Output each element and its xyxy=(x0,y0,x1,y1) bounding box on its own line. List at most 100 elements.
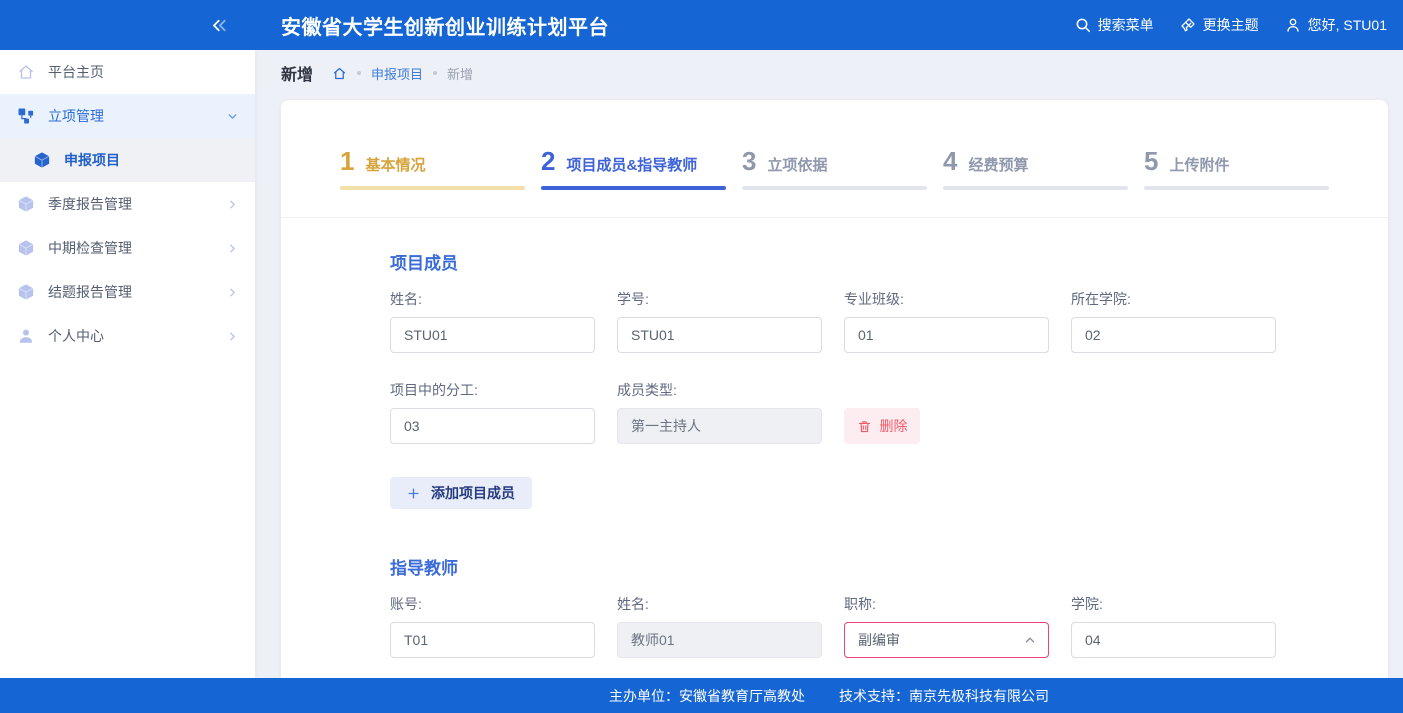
step-label: 上传附件 xyxy=(1169,154,1229,175)
plus-icon xyxy=(407,487,420,500)
teacher-college-input[interactable] xyxy=(1071,622,1276,658)
chevron-down-icon xyxy=(226,110,239,123)
field-teacher-name: 姓名: xyxy=(617,594,822,658)
sidebar-item-platform-home[interactable]: 平台主页 xyxy=(0,50,255,94)
add-member-label: 添加项目成员 xyxy=(431,483,515,503)
delete-member-cell: 删除 xyxy=(844,380,1049,444)
search-icon xyxy=(1075,17,1091,33)
change-theme-button[interactable]: 更换主题 xyxy=(1180,15,1259,35)
field-label: 姓名: xyxy=(390,289,595,309)
sidebar-item-label: 立项管理 xyxy=(48,106,104,126)
step-number: 3 xyxy=(742,148,756,174)
step-1-basic-info[interactable]: 1 基本情况 xyxy=(340,100,525,217)
footer-support: 技术支持：南京先极科技有限公司 xyxy=(839,686,1049,706)
sidebar-header xyxy=(0,0,255,50)
sidebar-item-midterm-check[interactable]: 中期检查管理 xyxy=(0,226,255,270)
breadcrumb-link-declare-project[interactable]: 申报项目 xyxy=(371,64,423,83)
page-title: 新增 xyxy=(281,61,313,85)
field-title-rank: 职称: 副编审 xyxy=(844,594,1049,658)
field-label: 专业班级: xyxy=(844,289,1049,309)
step-underline xyxy=(943,186,1128,190)
field-label: 所在学院: xyxy=(1071,289,1276,309)
step-4-budget[interactable]: 4 经费预算 xyxy=(943,100,1128,217)
step-label: 基本情况 xyxy=(365,154,425,175)
cube-icon xyxy=(17,195,35,213)
footer-host: 主办单位：安徽省教育厅高教处 xyxy=(609,686,805,706)
step-underline xyxy=(1144,186,1329,190)
step-label: 项目成员&指导教师 xyxy=(566,154,697,175)
field-label: 账号: xyxy=(390,594,595,614)
project-role-input[interactable] xyxy=(390,408,595,444)
title-rank-select[interactable]: 副编审 xyxy=(844,622,1049,658)
student-id-input[interactable] xyxy=(617,317,822,353)
wizard-steps: 1 基本情况 2 项目成员&指导教师 3 立项依据 4 经费预算 5 上传附件 xyxy=(281,100,1388,218)
sidebar-item-label: 结题报告管理 xyxy=(48,282,132,302)
field-name: 姓名: xyxy=(390,289,595,353)
sidebar-item-declare-project[interactable]: 申报项目 xyxy=(0,138,255,182)
step-underline xyxy=(340,186,525,190)
step-3-project-basis[interactable]: 3 立项依据 xyxy=(742,100,927,217)
field-project-role: 项目中的分工: xyxy=(390,380,595,444)
sidebar-item-personal-center[interactable]: 个人中心 xyxy=(0,314,255,358)
breadcrumb-home-icon[interactable] xyxy=(332,66,347,81)
user-greeting: 您好, STU01 xyxy=(1308,15,1387,35)
sidebar-item-final-report[interactable]: 结题报告管理 xyxy=(0,270,255,314)
step-number: 4 xyxy=(943,148,957,174)
delete-member-label: 删除 xyxy=(880,416,908,436)
name-input[interactable] xyxy=(390,317,595,353)
sitemap-icon xyxy=(17,107,35,125)
step-label: 立项依据 xyxy=(767,154,827,175)
field-label: 成员类型: xyxy=(617,380,822,400)
step-number: 1 xyxy=(340,148,354,174)
sidebar-item-project-management[interactable]: 立项管理 xyxy=(0,94,255,138)
advisor-fields-grid: 账号: 姓名: 职称: 副编审 xyxy=(390,594,1388,658)
chevron-right-icon xyxy=(226,286,239,299)
step-number: 2 xyxy=(541,148,555,174)
user-menu[interactable]: 您好, STU01 xyxy=(1285,15,1387,35)
step-number: 5 xyxy=(1144,148,1158,174)
major-class-input[interactable] xyxy=(844,317,1049,353)
double-chevron-left-icon xyxy=(210,16,229,35)
teacher-name-input-disabled xyxy=(617,622,822,658)
field-label: 姓名: xyxy=(617,594,822,614)
person-icon xyxy=(17,327,35,345)
sidebar-item-label: 季度报告管理 xyxy=(48,194,132,214)
step-2-members-advisors[interactable]: 2 项目成员&指导教师 xyxy=(541,100,726,217)
field-major-class: 专业班级: xyxy=(844,289,1049,353)
chevron-up-icon xyxy=(1023,633,1037,647)
field-label: 项目中的分工: xyxy=(390,380,595,400)
step-underline xyxy=(541,186,726,190)
member-fields-grid: 姓名: 学号: 专业班级: 所在学院: xyxy=(390,289,1388,444)
cube-icon xyxy=(17,283,35,301)
app-window: 安徽省大学生创新创业训练计划平台 搜索菜单 更换主题 您好, STU01 xyxy=(0,0,1403,713)
chevron-right-icon xyxy=(226,242,239,255)
college-input[interactable] xyxy=(1071,317,1276,353)
header-actions: 搜索菜单 更换主题 您好, STU01 xyxy=(1075,15,1403,35)
sidebar-nav: 平台主页 立项管理 申报项目 季度报告管理 xyxy=(0,50,255,713)
step-5-attachments[interactable]: 5 上传附件 xyxy=(1144,100,1329,217)
search-menu-label: 搜索菜单 xyxy=(1098,15,1154,35)
section-title-project-members: 项目成员 xyxy=(390,249,1388,274)
breadcrumb-current: 新增 xyxy=(447,64,473,83)
sidebar-item-quarterly-report[interactable]: 季度报告管理 xyxy=(0,182,255,226)
trash-icon xyxy=(857,419,872,434)
step-form: 项目成员 姓名: 学号: 专业班级: 所在学院: xyxy=(281,218,1388,705)
step-label: 经费预算 xyxy=(968,154,1028,175)
main-content: 新增 申报项目 新增 1 基本情况 2 项目成员&指导教师 3 xyxy=(255,50,1403,713)
collapse-sidebar-button[interactable] xyxy=(210,16,229,35)
search-menu-button[interactable]: 搜索菜单 xyxy=(1075,15,1154,35)
title-rank-value: 副编审 xyxy=(858,630,900,650)
change-theme-label: 更换主题 xyxy=(1203,15,1259,35)
user-icon xyxy=(1285,17,1301,33)
account-input[interactable] xyxy=(390,622,595,658)
chevron-right-icon xyxy=(226,198,239,211)
member-type-input-disabled xyxy=(617,408,822,444)
breadcrumb: 新增 申报项目 新增 xyxy=(255,50,1403,96)
delete-member-button[interactable]: 删除 xyxy=(844,408,920,444)
home-icon xyxy=(17,63,35,81)
top-header: 安徽省大学生创新创业训练计划平台 搜索菜单 更换主题 您好, STU01 xyxy=(0,0,1403,50)
field-member-type: 成员类型: xyxy=(617,380,822,444)
add-member-button[interactable]: 添加项目成员 xyxy=(390,477,532,509)
field-teacher-college: 学院: xyxy=(1071,594,1276,658)
sidebar-item-label: 中期检查管理 xyxy=(48,238,132,258)
